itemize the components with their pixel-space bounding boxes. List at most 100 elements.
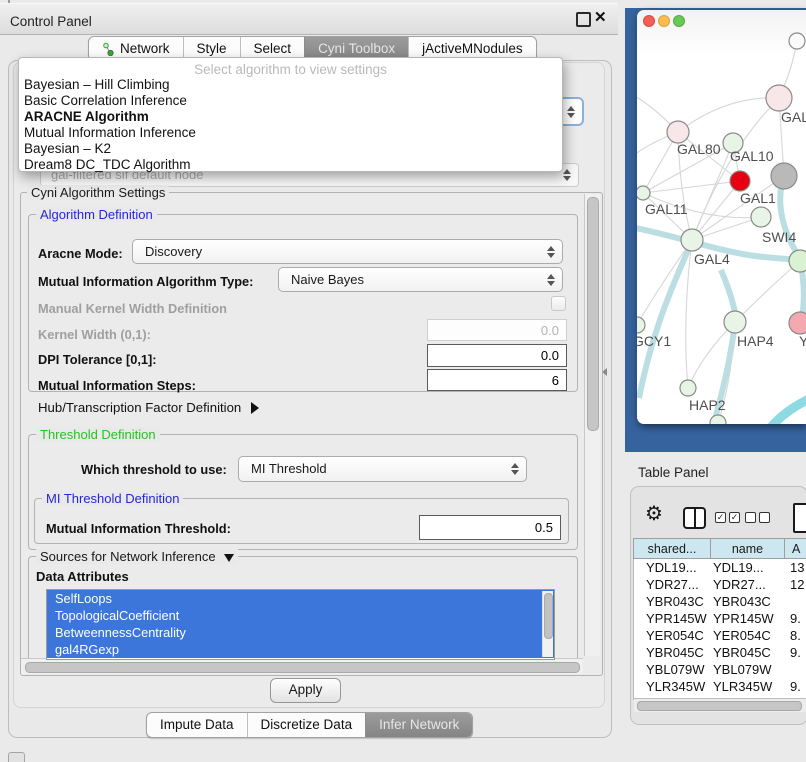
cell: YPR145W xyxy=(710,610,785,627)
combo-stepper-icon xyxy=(547,246,555,258)
minimized-panel-icon[interactable] xyxy=(8,752,25,762)
node-bottom[interactable] xyxy=(710,415,726,424)
tab-infer-network[interactable]: Infer Network xyxy=(365,713,472,737)
settings-vscroll-thumb[interactable] xyxy=(587,197,599,431)
cell: 8. xyxy=(785,627,801,644)
sources-title-label: Sources for Network Inference xyxy=(40,549,216,564)
deselect-all-checks-icon[interactable] xyxy=(745,512,773,530)
network-canvas[interactable]: GAL7 GAL80 GAL10 GAL1 SWI4 GAL11 GAL4 GC… xyxy=(637,10,806,424)
settings-hscroll-thumb[interactable] xyxy=(25,662,580,673)
table-row[interactable]: YLR345WYLR345W9. xyxy=(634,678,806,695)
algorithm-option[interactable]: Bayesian – Hill Climbing xyxy=(19,77,562,93)
table-hscroll-thumb[interactable] xyxy=(637,701,802,711)
mi-threshold-field[interactable] xyxy=(419,515,561,540)
table-row[interactable]: YDR27...YDR27...12 xyxy=(634,576,806,593)
new-table-icon[interactable] xyxy=(793,503,806,533)
settings-horizontal-scrollbar[interactable] xyxy=(21,658,583,674)
table-horizontal-scrollbar[interactable] xyxy=(634,698,806,712)
cell: 13 xyxy=(785,559,804,576)
node-hap4[interactable] xyxy=(724,311,746,333)
mac-zoom-button[interactable] xyxy=(674,16,685,27)
table-row[interactable]: YBL079WYBL079W xyxy=(634,661,806,678)
tab-discretize-data-label: Discretize Data xyxy=(261,714,353,736)
list-scrollbar[interactable] xyxy=(542,591,553,657)
table-row[interactable]: YBR043CYBR043C xyxy=(634,593,806,610)
node-red-selected[interactable] xyxy=(730,171,750,191)
node-gal1[interactable] xyxy=(751,207,771,227)
algorithm-option-selected[interactable]: ARACNE Algorithm xyxy=(19,109,562,125)
checked-box-icon: ✓ xyxy=(729,512,740,523)
mi-steps-field[interactable] xyxy=(427,369,567,391)
cell: 9. xyxy=(785,610,801,627)
gear-icon[interactable]: ⚙ xyxy=(645,502,663,526)
algorithm-dropdown-popup: Select algorithm to view settings Bayesi… xyxy=(18,57,563,172)
mi-steps-label: Mutual Information Steps: xyxy=(38,378,196,393)
float-panel-icon[interactable] xyxy=(576,12,591,27)
cell: YLR345W xyxy=(710,678,785,695)
node-y[interactable] xyxy=(789,312,806,334)
node-gcy1[interactable] xyxy=(637,317,645,333)
label-gal11: GAL11 xyxy=(645,201,688,217)
column-header-shared[interactable]: shared... xyxy=(633,538,711,559)
node-gal4[interactable] xyxy=(681,229,703,251)
table-row[interactable]: YER054CYER054C8. xyxy=(634,627,806,644)
columns-icon[interactable] xyxy=(683,507,706,529)
tab-infer-network-label: Infer Network xyxy=(379,714,459,736)
column-header-partial[interactable]: A xyxy=(784,538,806,559)
cell: YBR045C xyxy=(634,644,710,661)
attribute-list-item[interactable]: SelfLoops xyxy=(47,590,554,607)
table-row[interactable]: YBR045CYBR045C9. xyxy=(634,644,806,661)
node-swi4[interactable] xyxy=(789,250,806,272)
algorithm-option[interactable]: Basic Correlation Inference xyxy=(19,93,562,109)
column-header-name[interactable]: name xyxy=(710,538,785,559)
sources-title[interactable]: Sources for Network Inference xyxy=(36,549,238,564)
algorithm-option[interactable]: Mutual Information Inference xyxy=(19,125,562,141)
dpi-tolerance-field[interactable] xyxy=(427,344,567,367)
mac-close-button[interactable] xyxy=(644,16,655,27)
select-all-checks-icon[interactable]: ✓✓ xyxy=(715,512,743,530)
algorithm-option[interactable]: Bayesian – K2 xyxy=(19,141,562,157)
aracne-mode-combo[interactable]: Discovery xyxy=(132,239,563,264)
tab-discretize-data[interactable]: Discretize Data xyxy=(247,713,366,737)
algorithm-option[interactable]: Dream8 DC_TDC Algorithm xyxy=(19,157,562,173)
app-root: Control Panel ✕ Network Style Select Cyn… xyxy=(0,0,806,762)
close-icon[interactable]: ✕ xyxy=(594,8,607,26)
cell: YER054C xyxy=(634,627,710,644)
node-gal80[interactable] xyxy=(667,121,689,143)
label-gal80: GAL80 xyxy=(677,141,721,157)
attribute-list: SelfLoops TopologicalCoefficient Between… xyxy=(46,589,555,660)
bottom-tabbar: Impute Data Discretize Data Infer Networ… xyxy=(146,712,473,738)
table-row[interactable]: YDL19...YDL19...13 xyxy=(634,559,806,576)
node-unlabeled[interactable] xyxy=(789,33,805,49)
cell: YDR27... xyxy=(634,576,710,593)
combo-stepper-icon xyxy=(547,274,555,286)
hub-definition-expander[interactable]: Hub/Transcription Factor Definition xyxy=(38,400,259,415)
attribute-list-item[interactable]: BetweennessCentrality xyxy=(47,624,554,641)
cyni-settings-title: Cyni Algorithm Settings xyxy=(27,185,169,200)
mi-type-label: Mutual Information Algorithm Type: xyxy=(38,274,253,289)
settings-vertical-scrollbar[interactable] xyxy=(584,194,600,656)
table-row[interactable]: YPR145WYPR145W9. xyxy=(634,610,806,627)
node-gray[interactable] xyxy=(771,163,797,189)
apply-button[interactable]: Apply xyxy=(270,678,341,703)
node-gal11[interactable] xyxy=(637,186,650,200)
label-gal10: GAL10 xyxy=(730,148,774,164)
mi-type-combo[interactable]: Naive Bayes xyxy=(278,267,563,292)
tab-impute-data[interactable]: Impute Data xyxy=(147,713,247,737)
attribute-list-item[interactable]: gal4RGexp xyxy=(47,641,554,658)
node-gal7[interactable] xyxy=(766,85,792,111)
kernel-width-field[interactable] xyxy=(427,319,567,341)
mi-threshold-title: MI Threshold Definition xyxy=(42,491,183,506)
node-hap2[interactable] xyxy=(680,380,696,396)
cell: 12 xyxy=(785,576,804,593)
label-gal1: GAL1 xyxy=(740,190,776,206)
manual-kernel-checkbox[interactable] xyxy=(551,296,566,311)
which-threshold-combo[interactable]: MI Threshold xyxy=(238,456,527,482)
cell: YBL079W xyxy=(710,661,785,678)
attribute-list-item[interactable]: TopologicalCoefficient xyxy=(47,607,554,624)
algorithm-definition-title: Algorithm Definition xyxy=(36,207,157,222)
mac-minimize-button[interactable] xyxy=(659,16,670,27)
manual-kernel-label: Manual Kernel Width Definition xyxy=(38,301,227,316)
panel-title: Control Panel xyxy=(10,14,92,29)
list-scrollbar-thumb[interactable] xyxy=(544,593,553,639)
